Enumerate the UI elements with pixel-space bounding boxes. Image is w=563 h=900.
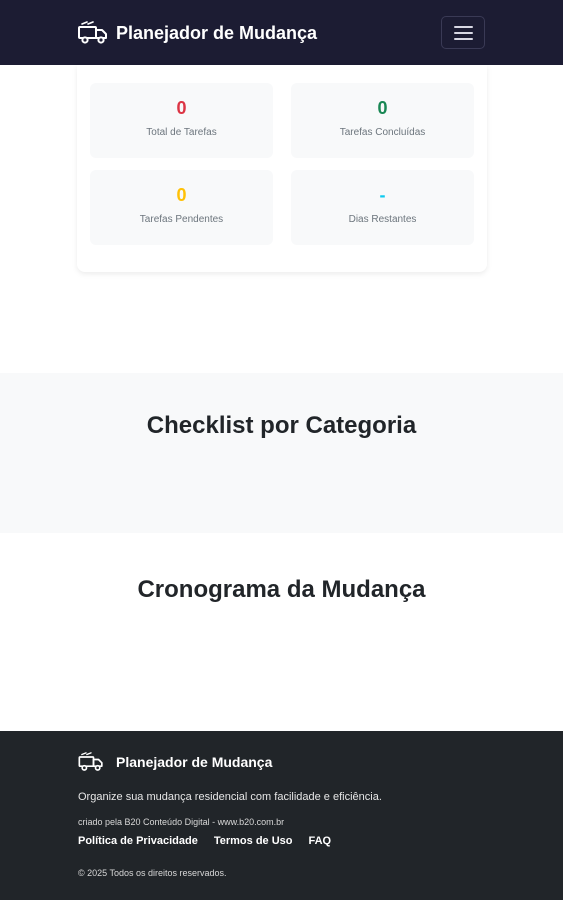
footer-copyright: © 2025 Todos os direitos reservados. xyxy=(78,868,227,878)
stats-card: 0 Total de Tarefas 0 Tarefas Concluídas … xyxy=(77,65,487,272)
stat-value: 0 xyxy=(176,185,187,205)
footer-credit: criado pela B20 Conteúdo Digital - www.b… xyxy=(78,817,285,827)
timeline-title: Cronograma da Mudança xyxy=(137,576,426,603)
stat-label: Total de Tarefas xyxy=(146,127,217,138)
stat-pending-tasks: 0 Tarefas Pendentes xyxy=(90,170,273,245)
hamburger-menu-icon xyxy=(454,26,473,28)
stat-value: 0 xyxy=(176,98,187,118)
navbar-brand[interactable]: Planejador de Mudança xyxy=(78,20,317,46)
moving-truck-icon xyxy=(78,21,107,44)
moving-truck-icon xyxy=(78,752,103,771)
footer: Planejador de Mudança Organize sua mudan… xyxy=(0,731,563,900)
footer-brand: Planejador de Mudança xyxy=(78,752,272,772)
stat-completed-tasks: 0 Tarefas Concluídas xyxy=(291,83,474,158)
privacy-policy-link[interactable]: Política de Privacidade xyxy=(78,835,198,847)
stat-total-tasks: 0 Total de Tarefas xyxy=(90,83,273,158)
stat-label: Dias Restantes xyxy=(348,214,417,225)
footer-links: Política de Privacidade Termos de Uso FA… xyxy=(78,835,331,847)
footer-brand-title: Planejador de Mudança xyxy=(116,754,273,770)
top-navbar: Planejador de Mudança xyxy=(0,0,563,65)
stat-value: 0 xyxy=(377,98,388,118)
stat-label: Tarefas Pendentes xyxy=(139,214,224,225)
stat-label: Tarefas Concluídas xyxy=(339,127,426,138)
checklist-title: Checklist por Categoria xyxy=(146,412,417,439)
checklist-section: Checklist por Categoria xyxy=(0,373,563,533)
stat-value: - xyxy=(379,185,386,205)
faq-link[interactable]: FAQ xyxy=(309,835,332,847)
brand-title: Planejador de Mudança xyxy=(116,23,318,43)
stat-days-remaining: - Dias Restantes xyxy=(291,170,474,245)
terms-of-use-link[interactable]: Termos de Uso xyxy=(214,835,293,847)
footer-description: Organize sua mudança residencial com fac… xyxy=(78,791,382,803)
hamburger-menu-button[interactable] xyxy=(441,16,485,49)
